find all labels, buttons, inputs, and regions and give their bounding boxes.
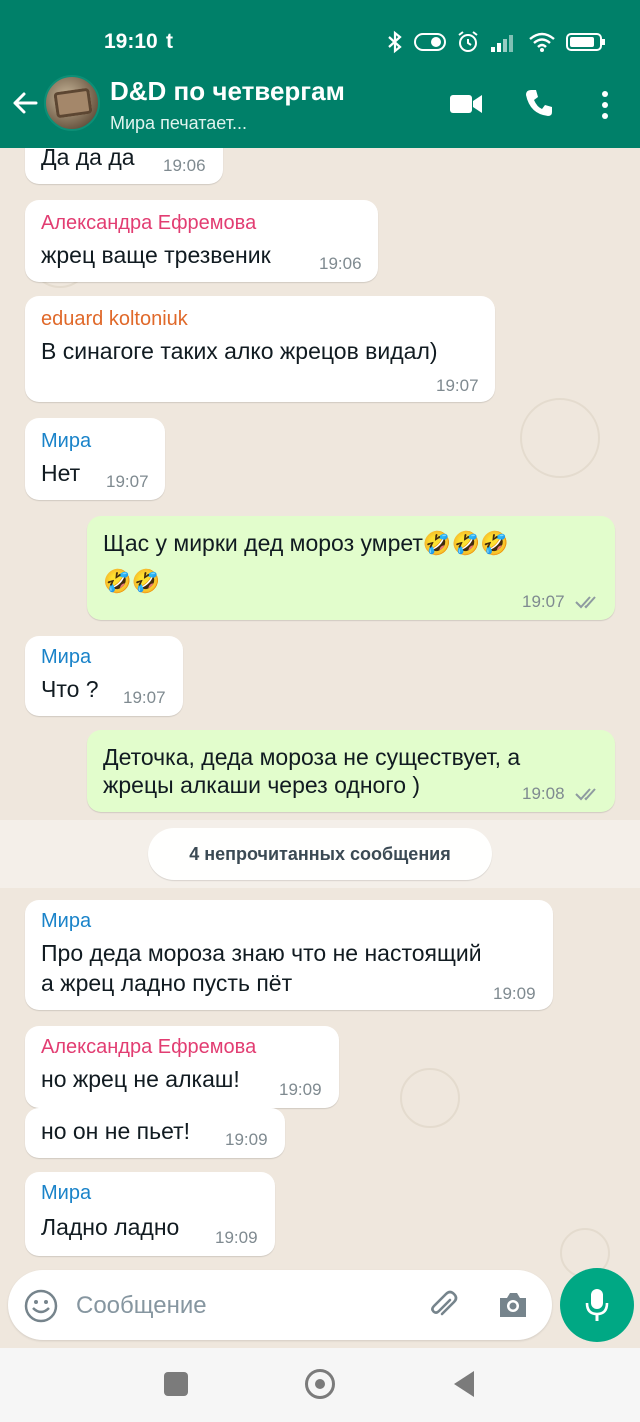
message-bubble[interactable]: Александра Ефремова но жрец не алкаш! 19…: [25, 1026, 339, 1108]
message-composer[interactable]: Сообщение: [8, 1270, 552, 1340]
sender-name[interactable]: Александра Ефремова: [41, 212, 256, 235]
message-time: 19:07: [436, 376, 479, 395]
message-time: 19:06: [319, 254, 362, 273]
message-text: Деточка, деда мороза не существует, а: [103, 744, 521, 770]
message-list[interactable]: Да да да 19:06 Александра Ефремова жрец …: [0, 148, 640, 1348]
sender-name[interactable]: Мира: [41, 646, 91, 669]
voice-message-button[interactable]: [560, 1268, 634, 1342]
camera-icon[interactable]: [496, 1288, 530, 1322]
message-text: Да да да: [41, 148, 135, 170]
message-bubble[interactable]: Мира Ладно ладно 19:09: [25, 1172, 275, 1256]
message-time: 19:07: [522, 592, 565, 611]
message-bubble[interactable]: Мира Про деда мороза знаю что не настоящ…: [25, 900, 553, 1010]
message-time: 19:09: [279, 1080, 322, 1099]
toggle-icon: [414, 33, 446, 51]
back-arrow-icon[interactable]: [10, 88, 40, 118]
attach-icon[interactable]: [426, 1288, 460, 1322]
message-input[interactable]: Сообщение: [76, 1292, 207, 1320]
typing-status: Мира печатает...: [110, 113, 247, 133]
sender-name[interactable]: Мира: [41, 1182, 91, 1205]
message-text: 🤣🤣: [103, 568, 161, 594]
message-text: Ладно ладно: [41, 1214, 180, 1240]
sender-name[interactable]: Мира: [41, 910, 91, 933]
message-time: 19:07: [123, 688, 166, 707]
message-bubble-outgoing[interactable]: Щас у мирки дед мороз умрет🤣🤣🤣 🤣🤣 19:07: [87, 516, 615, 620]
phone-call-icon[interactable]: [524, 88, 554, 118]
microphone-icon: [585, 1289, 609, 1321]
message-bubble[interactable]: Александра Ефремова жрец ваще трезвеник …: [25, 200, 378, 282]
unread-messages-divider: 4 непрочитанных сообщения: [148, 828, 492, 880]
alarm-icon: [458, 31, 478, 52]
message-bubble[interactable]: Да да да 19:06: [25, 148, 223, 184]
read-ticks-icon: [575, 788, 596, 801]
more-options-icon[interactable]: [600, 90, 610, 120]
bluetooth-icon: [388, 30, 402, 54]
status-time: 19:10: [104, 30, 158, 53]
message-text: Что ?: [41, 676, 99, 702]
message-text: но он не пьет!: [41, 1118, 191, 1144]
message-time: 19:09: [493, 984, 536, 1003]
sender-name[interactable]: Мира: [41, 430, 91, 453]
home-button[interactable]: [305, 1369, 335, 1399]
system-nav-bar: [0, 1348, 640, 1422]
message-time: 19:09: [225, 1130, 268, 1149]
message-text: жрец ваще трезвеник: [41, 242, 271, 268]
status-icons: [386, 30, 606, 54]
nav-back-button[interactable]: [454, 1371, 474, 1397]
message-text: а жрец ладно пусть пёт: [41, 970, 293, 996]
message-bubble[interactable]: eduard koltoniuk В синагоге таких алко ж…: [25, 296, 495, 402]
chat-title[interactable]: D&D по четвергам: [110, 76, 345, 107]
message-text: Про деда мороза знаю что не настоящий: [41, 940, 482, 966]
emoji-icon[interactable]: [24, 1289, 58, 1323]
video-call-icon[interactable]: [449, 92, 483, 116]
message-time: 19:09: [215, 1228, 258, 1247]
message-bubble-outgoing[interactable]: Деточка, деда мороза не существует, а жр…: [87, 730, 615, 812]
sender-name[interactable]: Александра Ефремова: [41, 1036, 256, 1059]
message-text: но жрец не алкаш!: [41, 1066, 240, 1092]
wifi-icon: [529, 32, 555, 52]
message-bubble[interactable]: Мира Нет 19:07: [25, 418, 165, 500]
signal-icon: [491, 35, 513, 52]
message-text: жрецы алкаши через одного ): [103, 772, 421, 798]
recent-apps-button[interactable]: [164, 1372, 188, 1396]
status-bar: 19:10 t: [0, 0, 640, 80]
group-avatar[interactable]: [44, 75, 100, 131]
read-ticks-icon: [575, 596, 596, 609]
message-time: 19:07: [106, 472, 149, 491]
message-bubble[interactable]: но он не пьет! 19:09: [25, 1108, 285, 1158]
carrier-indicator: t: [166, 30, 173, 53]
message-time: 19:08: [522, 784, 565, 803]
message-time: 19:06: [163, 156, 206, 175]
message-bubble[interactable]: Мира Что ? 19:07: [25, 636, 183, 716]
message-text: В синагоге таких алко жрецов видал): [41, 338, 438, 364]
chat-header: 19:10 t D&D по четвергам Мира печатает..…: [0, 0, 640, 148]
message-text: Щас у мирки дед мороз умрет🤣🤣🤣: [103, 530, 509, 556]
battery-icon: [566, 33, 605, 51]
message-text: Нет: [41, 460, 81, 486]
sender-name[interactable]: eduard koltoniuk: [41, 308, 188, 331]
